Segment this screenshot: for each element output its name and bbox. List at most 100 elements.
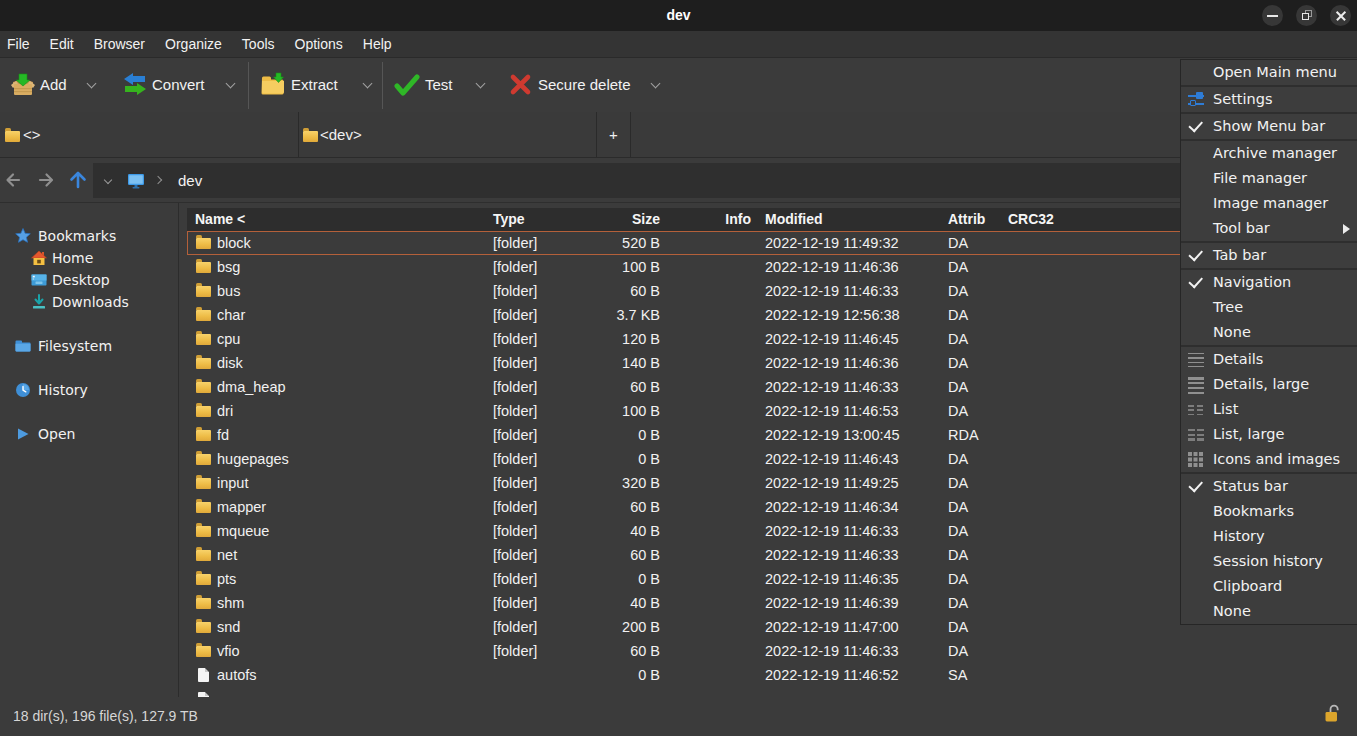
cell-attrib: DA bbox=[948, 519, 968, 543]
address-dropdown-icon[interactable] bbox=[104, 176, 112, 184]
tab-1[interactable]: <> bbox=[0, 112, 298, 157]
cell-size: 120 B bbox=[560, 327, 660, 351]
column-header-attrib[interactable]: Attrib bbox=[948, 208, 985, 231]
context-menu-item[interactable]: Bookmarks bbox=[1181, 499, 1357, 524]
context-menu-item[interactable]: Navigation bbox=[1181, 270, 1357, 295]
column-header-modified[interactable]: Modified bbox=[765, 208, 823, 231]
secure-delete-button[interactable]: Secure delete bbox=[504, 58, 669, 112]
cell-name: dma_heap bbox=[217, 375, 286, 399]
menu-item-icon bbox=[1188, 324, 1205, 341]
context-menu-item[interactable]: Tab bar bbox=[1181, 243, 1357, 270]
home-icon bbox=[31, 250, 47, 266]
cell-type: [folder] bbox=[493, 591, 537, 615]
menu-file[interactable]: File bbox=[0, 31, 40, 57]
cell-name: autofs bbox=[217, 663, 257, 687]
cell-size: 40 B bbox=[560, 591, 660, 615]
context-menu-item[interactable]: Details bbox=[1181, 347, 1357, 372]
sidebar-label: Bookmarks bbox=[38, 225, 116, 247]
menu-tools[interactable]: Tools bbox=[232, 31, 285, 57]
cell-type: [folder] bbox=[493, 471, 537, 495]
column-header-name[interactable]: Name < bbox=[195, 208, 245, 231]
test-check-icon bbox=[394, 72, 420, 98]
add-button[interactable]: Add bbox=[0, 58, 80, 112]
menu-browser[interactable]: Browser bbox=[84, 31, 155, 57]
menu-options[interactable]: Options bbox=[285, 31, 353, 57]
unlocked-padlock-icon[interactable] bbox=[1324, 704, 1341, 723]
convert-button[interactable]: Convert bbox=[118, 58, 218, 112]
file-type-icon bbox=[196, 646, 211, 657]
menu-item-icon bbox=[1188, 405, 1204, 415]
menu-item-icon bbox=[1188, 451, 1205, 468]
address-field[interactable]: dev bbox=[93, 163, 1357, 198]
cell-type: [folder] bbox=[493, 543, 537, 567]
maximize-button[interactable] bbox=[1296, 5, 1317, 26]
cell-modified: 2022-12-19 11:49:25 bbox=[765, 471, 899, 495]
menu-organize[interactable]: Organize bbox=[155, 31, 232, 57]
context-menu-item[interactable]: Image manager bbox=[1181, 191, 1357, 216]
menu-help[interactable]: Help bbox=[353, 31, 402, 57]
extract-label: Extract bbox=[291, 58, 338, 112]
cell-size: 320 B bbox=[560, 471, 660, 495]
breadcrumb-path[interactable]: dev bbox=[178, 163, 202, 198]
context-menu-item[interactable]: Settings bbox=[1181, 87, 1357, 114]
context-menu-item[interactable]: File manager bbox=[1181, 166, 1357, 191]
tab-2[interactable]: <dev> bbox=[299, 112, 596, 157]
forward-button[interactable] bbox=[34, 168, 58, 192]
secure-delete-dropdown-icon[interactable] bbox=[651, 79, 661, 89]
file-row-partial[interactable] bbox=[187, 687, 1357, 697]
file-row[interactable]: vfio [folder] 60 B 2022-12-19 11:46:33 D… bbox=[187, 639, 1357, 663]
folder-icon bbox=[303, 131, 318, 142]
toolbar: Add Convert Extract bbox=[0, 58, 1357, 112]
context-menu-item[interactable]: Icons and images bbox=[1181, 447, 1357, 474]
extract-dropdown-icon[interactable] bbox=[363, 79, 373, 89]
context-menu-item[interactable]: List bbox=[1181, 397, 1357, 422]
context-menu-item[interactable]: List, large bbox=[1181, 422, 1357, 447]
column-header-crc32[interactable]: CRC32 bbox=[1008, 208, 1054, 231]
test-dropdown-icon[interactable] bbox=[476, 79, 486, 89]
menu-item-icon bbox=[1188, 247, 1205, 264]
context-menu-item[interactable]: Session history bbox=[1181, 549, 1357, 574]
cell-attrib: DA bbox=[948, 447, 968, 471]
context-menu-item[interactable]: Open Main menu bbox=[1181, 60, 1357, 87]
test-button[interactable]: Test bbox=[390, 58, 490, 112]
cell-attrib: DA bbox=[948, 543, 968, 567]
context-menu-item[interactable]: None bbox=[1181, 599, 1357, 624]
context-menu-item[interactable]: Clipboard bbox=[1181, 574, 1357, 599]
context-menu-item[interactable]: Show Menu bar bbox=[1181, 114, 1357, 141]
tab-2-label: <dev> bbox=[320, 112, 362, 157]
cell-modified: 2022-12-19 11:49:32 bbox=[765, 231, 899, 255]
cell-type: [folder] bbox=[493, 351, 537, 375]
add-dropdown-icon[interactable] bbox=[87, 79, 97, 89]
computer-icon[interactable] bbox=[127, 173, 145, 189]
extract-icon bbox=[261, 72, 287, 98]
extract-button[interactable]: Extract bbox=[256, 58, 376, 112]
convert-dropdown-icon[interactable] bbox=[226, 79, 236, 89]
column-header-type[interactable]: Type bbox=[493, 208, 525, 231]
context-menu-item[interactable]: Details, large bbox=[1181, 372, 1357, 397]
column-header-size[interactable]: Size bbox=[560, 208, 660, 231]
context-menu-item[interactable]: History bbox=[1181, 524, 1357, 549]
menu-edit[interactable]: Edit bbox=[40, 31, 84, 57]
sidebar-label: Home bbox=[52, 247, 93, 269]
cell-modified: 2022-12-19 11:46:36 bbox=[765, 351, 899, 375]
cell-size: 520 B bbox=[560, 231, 660, 255]
context-menu-item[interactable]: Tree bbox=[1181, 295, 1357, 320]
cell-size: 60 B bbox=[560, 543, 660, 567]
context-menu-item[interactable]: Status bar bbox=[1181, 474, 1357, 499]
up-button[interactable] bbox=[66, 168, 90, 192]
context-menu-item[interactable]: Tool bar bbox=[1181, 216, 1357, 243]
cell-type: [folder] bbox=[493, 615, 537, 639]
file-row[interactable]: autofs 0 B 2022-12-19 11:46:52 SA bbox=[187, 663, 1357, 687]
column-header-info[interactable]: Info bbox=[687, 208, 751, 231]
menu-item-label: Settings bbox=[1213, 87, 1272, 112]
add-label: Add bbox=[40, 58, 67, 112]
new-tab-button[interactable]: + bbox=[597, 112, 630, 157]
menu-item-label: Clipboard bbox=[1213, 574, 1282, 599]
back-button[interactable] bbox=[2, 168, 26, 192]
minimize-button[interactable] bbox=[1262, 5, 1283, 26]
context-menu-item[interactable]: None bbox=[1181, 320, 1357, 347]
close-button[interactable] bbox=[1330, 5, 1351, 26]
cell-modified: 2022-12-19 11:46:34 bbox=[765, 495, 899, 519]
context-menu-item[interactable]: Archive manager bbox=[1181, 141, 1357, 166]
secure-delete-label: Secure delete bbox=[538, 58, 631, 112]
